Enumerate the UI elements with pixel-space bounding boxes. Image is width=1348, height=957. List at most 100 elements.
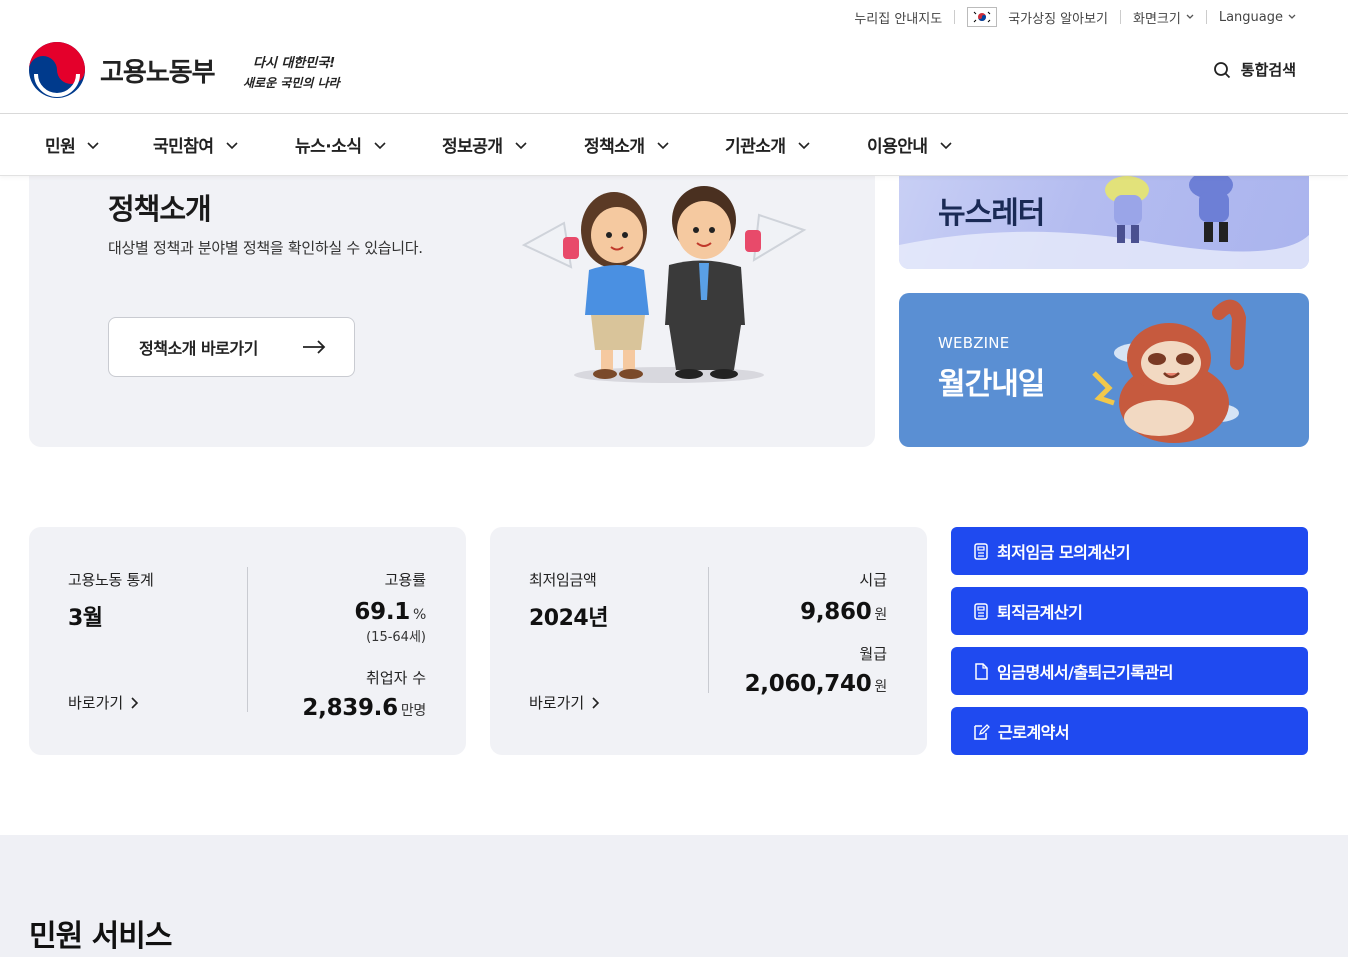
search-label: 통합검색: [1240, 61, 1296, 79]
korean-flag-icon: [967, 7, 998, 27]
min-wage-calculator-button[interactable]: 최저임금 모의계산기: [951, 527, 1308, 575]
chevron-down-icon: [373, 141, 386, 149]
search-icon: [1213, 61, 1230, 78]
labor-stats-card: 고용노동 통계 3월 바로가기 고용률 69.1% (15-64세) 취업자 수…: [29, 527, 466, 755]
nav-item-news[interactable]: 뉴스·소식: [295, 132, 386, 157]
national-symbols-label: 국가상징 알아보기: [1008, 11, 1108, 27]
nav-item-disclosure[interactable]: 정보공개: [442, 132, 527, 157]
main-navigation: 민원 국민참여 뉴스·소식 정보공개 정책소개 기관소개 이용안내: [0, 114, 1348, 175]
min-wage-header: 최저임금액 2024년: [529, 569, 608, 632]
employed-label: 취업자 수: [366, 669, 426, 687]
monthly-wage-unit: 원: [874, 679, 887, 695]
government-emblem-icon: [29, 42, 85, 98]
min-wage-card: 최저임금액 2024년 바로가기 시급 9,860 원 월급 2,060,740 원: [490, 527, 927, 755]
contract-edit-icon: [974, 723, 990, 740]
utility-bar: 누리집 안내지도 국가상징 알아보기 화면크기 Language: [854, 7, 1296, 27]
stat-divider: [247, 567, 248, 712]
nav-label: 정책소개: [584, 137, 645, 157]
site-logo[interactable]: 고용노동부 다시 대한민국! 새로운 국민의 나라: [28, 41, 347, 99]
monthly-wage-value: 2,060,740 원: [744, 671, 888, 697]
severance-calculator-button[interactable]: 퇴직금계산기: [951, 587, 1308, 635]
labor-stats-values: 고용률 69.1% (15-64세) 취업자 수 2,839.6 만명: [302, 569, 426, 721]
webzine-subtitle: WEBZINE: [938, 334, 1010, 352]
sitemap-link[interactable]: 누리집 안내지도: [854, 8, 942, 27]
employment-rate-label: 고용률: [384, 571, 426, 589]
sloth-illustration: [1092, 299, 1247, 443]
policy-shortcut-button[interactable]: 정책소개 바로가기: [108, 317, 355, 377]
employment-rate-unit: %: [412, 607, 426, 623]
webzine-banner[interactable]: WEBZINE 월간내일: [899, 293, 1309, 447]
nav-label: 기관소개: [725, 137, 786, 157]
monthly-wage-label: 월급: [859, 645, 887, 663]
divider: [954, 10, 956, 24]
nav-label: 뉴스·소식: [295, 137, 362, 157]
stat-divider: [708, 567, 709, 693]
employment-rate-number: 69.1: [354, 599, 410, 625]
ministry-name: 고용노동부: [100, 57, 216, 88]
nav-item-guide[interactable]: 이용안내: [867, 132, 952, 157]
civil-service-section: 민원 서비스: [0, 835, 1348, 957]
employed-number: 2,839.6: [302, 695, 398, 721]
font-size-label: 화면크기: [1133, 11, 1181, 27]
nav-item-policy[interactable]: 정책소개: [584, 132, 669, 157]
arrow-right-icon: [303, 340, 326, 354]
divider: [1205, 10, 1207, 24]
employment-rate-value: 69.1%: [302, 599, 426, 625]
integrated-search-button[interactable]: 통합검색: [1213, 59, 1296, 80]
labor-stats-header: 고용노동 통계 3월: [68, 569, 154, 632]
chevron-down-icon: [514, 141, 527, 149]
nav-label: 이용안내: [867, 137, 928, 157]
nav-item-participation[interactable]: 국민참여: [153, 132, 238, 157]
monthly-wage-number: 2,060,740: [744, 671, 872, 697]
calculator-icon: [974, 542, 988, 560]
policy-description: 대상별 정책과 분야별 정책을 확인하실 수 있습니다.: [108, 239, 423, 257]
slogan-calligraphy: 다시 대한민국! 새로운 국민의 나라: [243, 55, 342, 90]
min-wage-link-label: 바로가기: [529, 694, 585, 712]
webzine-title: 월간내일: [938, 367, 1045, 402]
chevron-right-icon: [131, 696, 139, 709]
chevron-down-icon: [939, 141, 952, 149]
hourly-wage-value: 9,860 원: [745, 599, 887, 625]
policy-intro-card: 정책소개 대상별 정책과 분야별 정책을 확인하실 수 있습니다. 정책소개 바…: [29, 150, 875, 447]
severance-calculator-label: 퇴직금계산기: [997, 603, 1083, 622]
font-size-dropdown[interactable]: 화면크기: [1133, 8, 1194, 27]
nav-item-civil[interactable]: 민원: [45, 132, 99, 157]
labor-contract-button[interactable]: 근로계약서: [951, 707, 1308, 755]
labor-stats-label: 고용노동 통계: [68, 571, 154, 589]
divider: [1120, 10, 1121, 24]
policy-shortcut-label: 정책소개 바로가기: [139, 339, 258, 358]
employment-rate-note: (15-64세): [366, 630, 426, 645]
slogan-line-1: 다시 대한민국!: [253, 55, 335, 71]
language-dropdown[interactable]: Language: [1219, 10, 1296, 25]
min-wage-values: 시급 9,860 원 월급 2,060,740 원: [744, 569, 888, 697]
civil-service-title: 민원 서비스: [29, 919, 172, 954]
nav-label: 정보공개: [442, 137, 503, 157]
chevron-down-icon: [1186, 14, 1194, 19]
nav-label: 국민참여: [153, 137, 214, 157]
slogan-line-2: 새로운 국민의 나라: [243, 76, 342, 90]
hourly-wage-label: 시급: [859, 571, 887, 589]
chevron-down-icon: [225, 141, 238, 149]
chevron-down-icon: [656, 141, 669, 149]
min-wage-year: 2024년: [529, 606, 608, 631]
labor-stats-month: 3월: [68, 606, 103, 631]
policy-title: 정책소개: [108, 192, 212, 226]
mascot-illustration: [521, 186, 807, 383]
employed-unit: 만명: [400, 703, 426, 719]
chevron-down-icon: [1288, 14, 1296, 19]
labor-stats-link-label: 바로가기: [68, 694, 124, 712]
chevron-right-icon: [592, 696, 600, 709]
document-icon: [975, 662, 988, 680]
min-wage-calculator-label: 최저임금 모의계산기: [997, 543, 1131, 562]
payslip-attendance-button[interactable]: 임금명세서/출퇴근기록관리: [951, 647, 1308, 695]
labor-stats-link[interactable]: 바로가기: [68, 692, 139, 713]
hourly-wage-unit: 원: [874, 607, 887, 623]
calculator-icon: [974, 602, 988, 620]
hourly-wage-number: 9,860: [800, 599, 872, 625]
employed-value: 2,839.6 만명: [302, 695, 426, 721]
nav-item-organization[interactable]: 기관소개: [725, 132, 810, 157]
min-wage-link[interactable]: 바로가기: [529, 692, 600, 713]
national-symbols-link[interactable]: 국가상징 알아보기: [967, 7, 1108, 27]
nav-label: 민원: [45, 137, 76, 157]
language-label: Language: [1218, 9, 1283, 25]
